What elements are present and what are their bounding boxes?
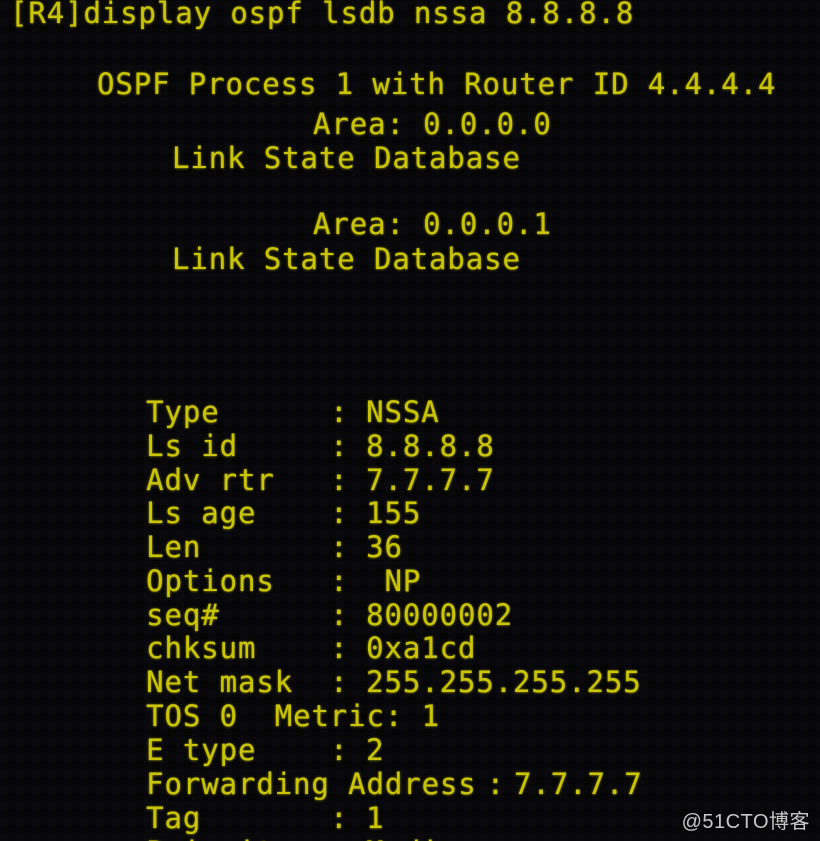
lsa-field-priority-separator: : — [330, 835, 366, 841]
area-header-0: Area: 0.0.0.0 — [313, 107, 552, 141]
terminal-screen: [R4]display ospf lsdb nssa 8.8.8.8 OSPF … — [0, 0, 820, 841]
lsa-field-forwarding-address-value: 7.7.7.7 — [514, 766, 643, 801]
lsa-field-priority: Priority:Medium — [36, 802, 476, 841]
site-watermark: @51CTO博客 — [681, 811, 810, 833]
area-header-1: Area: 0.0.0.1 — [313, 207, 552, 241]
command-prompt-line[interactable]: [R4]display ospf lsdb nssa 8.8.8.8 — [10, 0, 634, 31]
lsa-field-priority-label: Priority — [146, 835, 330, 841]
lsa-field-metric-value: 1 — [421, 698, 440, 733]
lsa-field-forwarding-address-separator: : — [486, 766, 506, 801]
link-state-database-header-0: Link State Database — [172, 141, 521, 175]
ospf-process-header: OSPF Process 1 with Router ID 4.4.4.4 — [97, 67, 777, 101]
link-state-database-header-1: Link State Database — [172, 242, 521, 276]
terminal-output-area[interactable]: [R4]display ospf lsdb nssa 8.8.8.8 OSPF … — [0, 0, 820, 841]
lsa-field-priority-value: Medium — [366, 835, 476, 841]
